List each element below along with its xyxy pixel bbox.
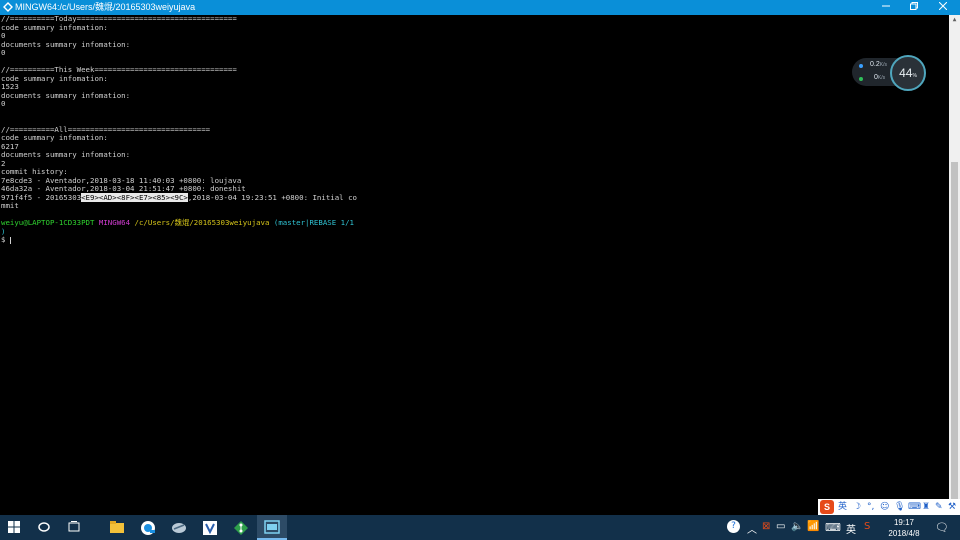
terminal-output[interactable]: //==========Today=======================…	[0, 15, 949, 515]
prompt-path: /c/Users/魏焜/20165303weiyujava	[134, 218, 270, 227]
text-cursor	[9, 236, 11, 244]
moon-icon[interactable]: ☽	[853, 500, 861, 514]
bird-app-icon	[172, 523, 186, 533]
sogou-tray-icon[interactable]: ⊠	[762, 521, 770, 532]
prompt-symbol: $	[1, 235, 6, 244]
prompt-line: weiyu@LAPTOP-1CD33PDT MINGW64 /c/Users/魏…	[1, 218, 354, 228]
upload-dot-icon	[859, 64, 863, 68]
vertical-scrollbar[interactable]: ▲ ▼	[949, 15, 960, 515]
close-icon	[938, 1, 948, 11]
task-view-button[interactable]	[60, 515, 90, 540]
download-dot-icon	[859, 77, 863, 81]
restore-icon	[910, 2, 918, 10]
terminal-line: code summary infomation:	[1, 22, 108, 32]
cortana-button[interactable]	[30, 515, 60, 540]
maximize-button[interactable]	[900, 0, 928, 15]
browser-icon	[141, 521, 155, 535]
upload-speed: 0.2K/s	[870, 61, 887, 68]
clock-time: 19:17	[893, 518, 915, 527]
window-title: MINGW64:/c/Users/魏焜/20165303weiyujava	[15, 2, 196, 12]
terminal-line: documents summary infomation:	[1, 39, 131, 49]
app-button[interactable]	[164, 515, 194, 540]
tray-language-indicator[interactable]: 英	[846, 521, 856, 536]
file-explorer-button[interactable]	[102, 515, 132, 540]
keyboard-icon[interactable]: ⌨	[908, 500, 921, 514]
scroll-up-icon[interactable]: ▲	[949, 15, 960, 25]
visual-studio-icon	[203, 521, 217, 535]
tools-icon[interactable]: ✎	[935, 500, 943, 514]
prompt-shell: MINGW64	[98, 218, 131, 227]
punctuation-icon[interactable]: °,	[867, 500, 874, 514]
windows-start-icon	[8, 521, 20, 533]
commit-date-text: ,2018-03-04 19:23:51 +0800: Initial co	[187, 192, 357, 202]
prompt-branch: (master|REBASE 1/1	[273, 218, 354, 227]
notification-center-icon[interactable]: 🗨	[935, 521, 949, 534]
ime-tray-icon[interactable]: S	[864, 521, 870, 532]
task-view-icon	[68, 521, 80, 532]
git-icon	[234, 521, 248, 535]
git-bash-icon	[3, 2, 13, 12]
start-button[interactable]	[0, 515, 30, 540]
usage-percent: 44	[899, 66, 913, 80]
commit-line-wrap: mmit	[1, 201, 19, 210]
sogou-logo-icon[interactable]: S	[820, 500, 834, 514]
clock[interactable]: 19:17 2018/4/8	[880, 517, 928, 539]
browser-button[interactable]	[133, 515, 163, 540]
terminal-button[interactable]	[257, 515, 287, 540]
prompt-user: weiyu@LAPTOP-1CD33PDT	[1, 218, 95, 227]
network-icon[interactable]: 📶	[807, 521, 819, 532]
minimize-button[interactable]	[872, 0, 900, 15]
touch-keyboard-icon[interactable]: ⌨	[825, 521, 841, 534]
battery-icon[interactable]: ▭	[776, 521, 785, 532]
commit-line-3: 971f4f5 - 20165303<E9><AD><8F><E7><85><9…	[1, 192, 357, 203]
clock-date: 2018/4/8	[888, 529, 920, 538]
usage-percent-unit: %	[912, 73, 917, 79]
visual-studio-button[interactable]	[195, 515, 225, 540]
volume-icon[interactable]: 🔈	[791, 521, 803, 532]
emoji-icon[interactable]: ☺	[880, 500, 889, 514]
download-unit: K/s	[877, 75, 886, 81]
close-button[interactable]	[929, 0, 957, 15]
minimize-icon	[882, 5, 890, 7]
cortana-icon	[38, 522, 50, 532]
ime-toolbar[interactable]: S 英 ☽ °, ☺ 🎙 ⌨ ♜ ✎ ⚒	[818, 499, 960, 515]
terminal-line: 0	[1, 48, 6, 57]
input-line[interactable]: $	[1, 235, 11, 245]
terminal-line: documents summary infomation:	[1, 90, 131, 100]
shirt-icon[interactable]: ♜	[922, 500, 930, 514]
folder-icon	[110, 521, 124, 533]
terminal-line: documents summary infomation:	[1, 150, 131, 159]
selected-text: <E9><AD><8F><E7><85><9C>	[81, 192, 188, 202]
wrench-icon[interactable]: ⚒	[948, 500, 956, 514]
microphone-icon[interactable]: 🎙	[894, 500, 905, 514]
scrollbar-thumb[interactable]	[951, 162, 958, 502]
terminal-line: 0	[1, 99, 6, 108]
download-speed: 0K/s	[874, 74, 885, 81]
upload-value: 0.2	[870, 61, 880, 68]
help-icon[interactable]: ?	[727, 520, 740, 533]
show-hidden-icons-icon[interactable]: ︿	[747, 521, 757, 536]
git-button[interactable]	[226, 515, 256, 540]
taskbar: ? ︿ ⊠ ▭ 🔈 📶 ⌨ 英 S 19:17 2018/4/8 🗨	[0, 515, 960, 540]
network-speed-widget[interactable]: 0.2K/s 0K/s 44%	[852, 55, 926, 91]
title-bar[interactable]: MINGW64:/c/Users/魏焜/20165303weiyujava	[0, 0, 960, 15]
ime-language-toggle[interactable]: 英	[838, 500, 847, 514]
terminal-icon	[264, 520, 280, 534]
memory-usage-gauge[interactable]: 44%	[890, 55, 926, 91]
upload-unit: K/s	[879, 62, 887, 68]
